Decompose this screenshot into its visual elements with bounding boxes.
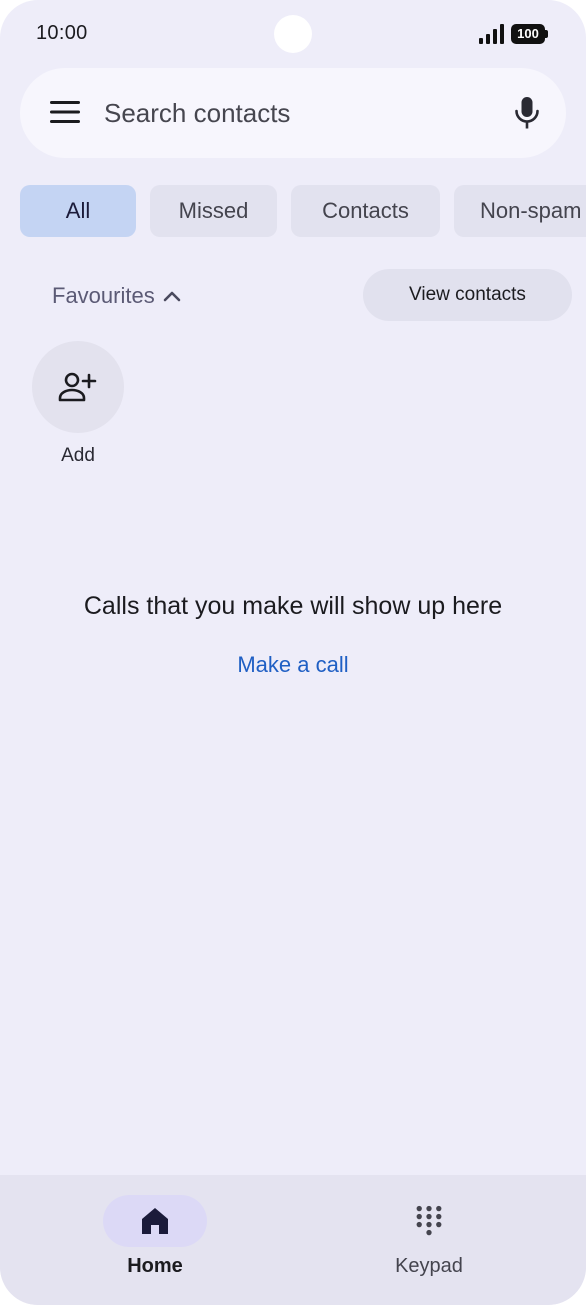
chip-non-spam[interactable]: Non-spam: [454, 185, 586, 237]
search-input[interactable]: [104, 93, 484, 133]
chip-missed[interactable]: Missed: [150, 185, 277, 237]
menu-icon[interactable]: [50, 100, 80, 124]
keypad-icon: [416, 1205, 442, 1236]
nav-keypad[interactable]: Keypad: [349, 1193, 509, 1283]
empty-state-message: Calls that you make will show up here: [83, 592, 503, 620]
chevron-up-icon: [163, 291, 181, 302]
filter-chips: All Missed Contacts Non-spam: [20, 185, 586, 237]
status-time: 10:00: [36, 22, 88, 44]
make-a-call-link[interactable]: Make a call: [0, 652, 586, 678]
camera-cutout: [274, 15, 312, 53]
view-contacts-button[interactable]: View contacts: [363, 269, 572, 321]
home-icon: [142, 1208, 168, 1234]
microphone-icon[interactable]: [513, 96, 541, 130]
signal-icon: [479, 24, 504, 44]
favourites-toggle[interactable]: Favourites: [52, 280, 181, 312]
add-person-icon: [58, 372, 97, 402]
add-favourite-circle[interactable]: [32, 341, 124, 433]
nav-home[interactable]: Home: [75, 1193, 235, 1283]
battery-icon: 100: [511, 24, 549, 44]
chip-all[interactable]: All: [20, 185, 136, 237]
bottom-navigation: Home Keypad: [0, 1175, 586, 1305]
add-favourite-button[interactable]: Add: [32, 341, 124, 467]
search-bar[interactable]: [20, 68, 566, 158]
phone-screen: 10:00 100 All Missed Contacts N: [0, 0, 586, 1305]
nav-home-label: Home: [127, 1255, 183, 1277]
battery-level: 100: [511, 24, 545, 44]
favourites-label: Favourites: [52, 283, 155, 308]
status-bar: 10:00 100: [0, 0, 586, 68]
add-favourite-label: Add: [61, 445, 95, 466]
chip-contacts[interactable]: Contacts: [291, 185, 440, 237]
nav-keypad-label: Keypad: [395, 1255, 463, 1277]
